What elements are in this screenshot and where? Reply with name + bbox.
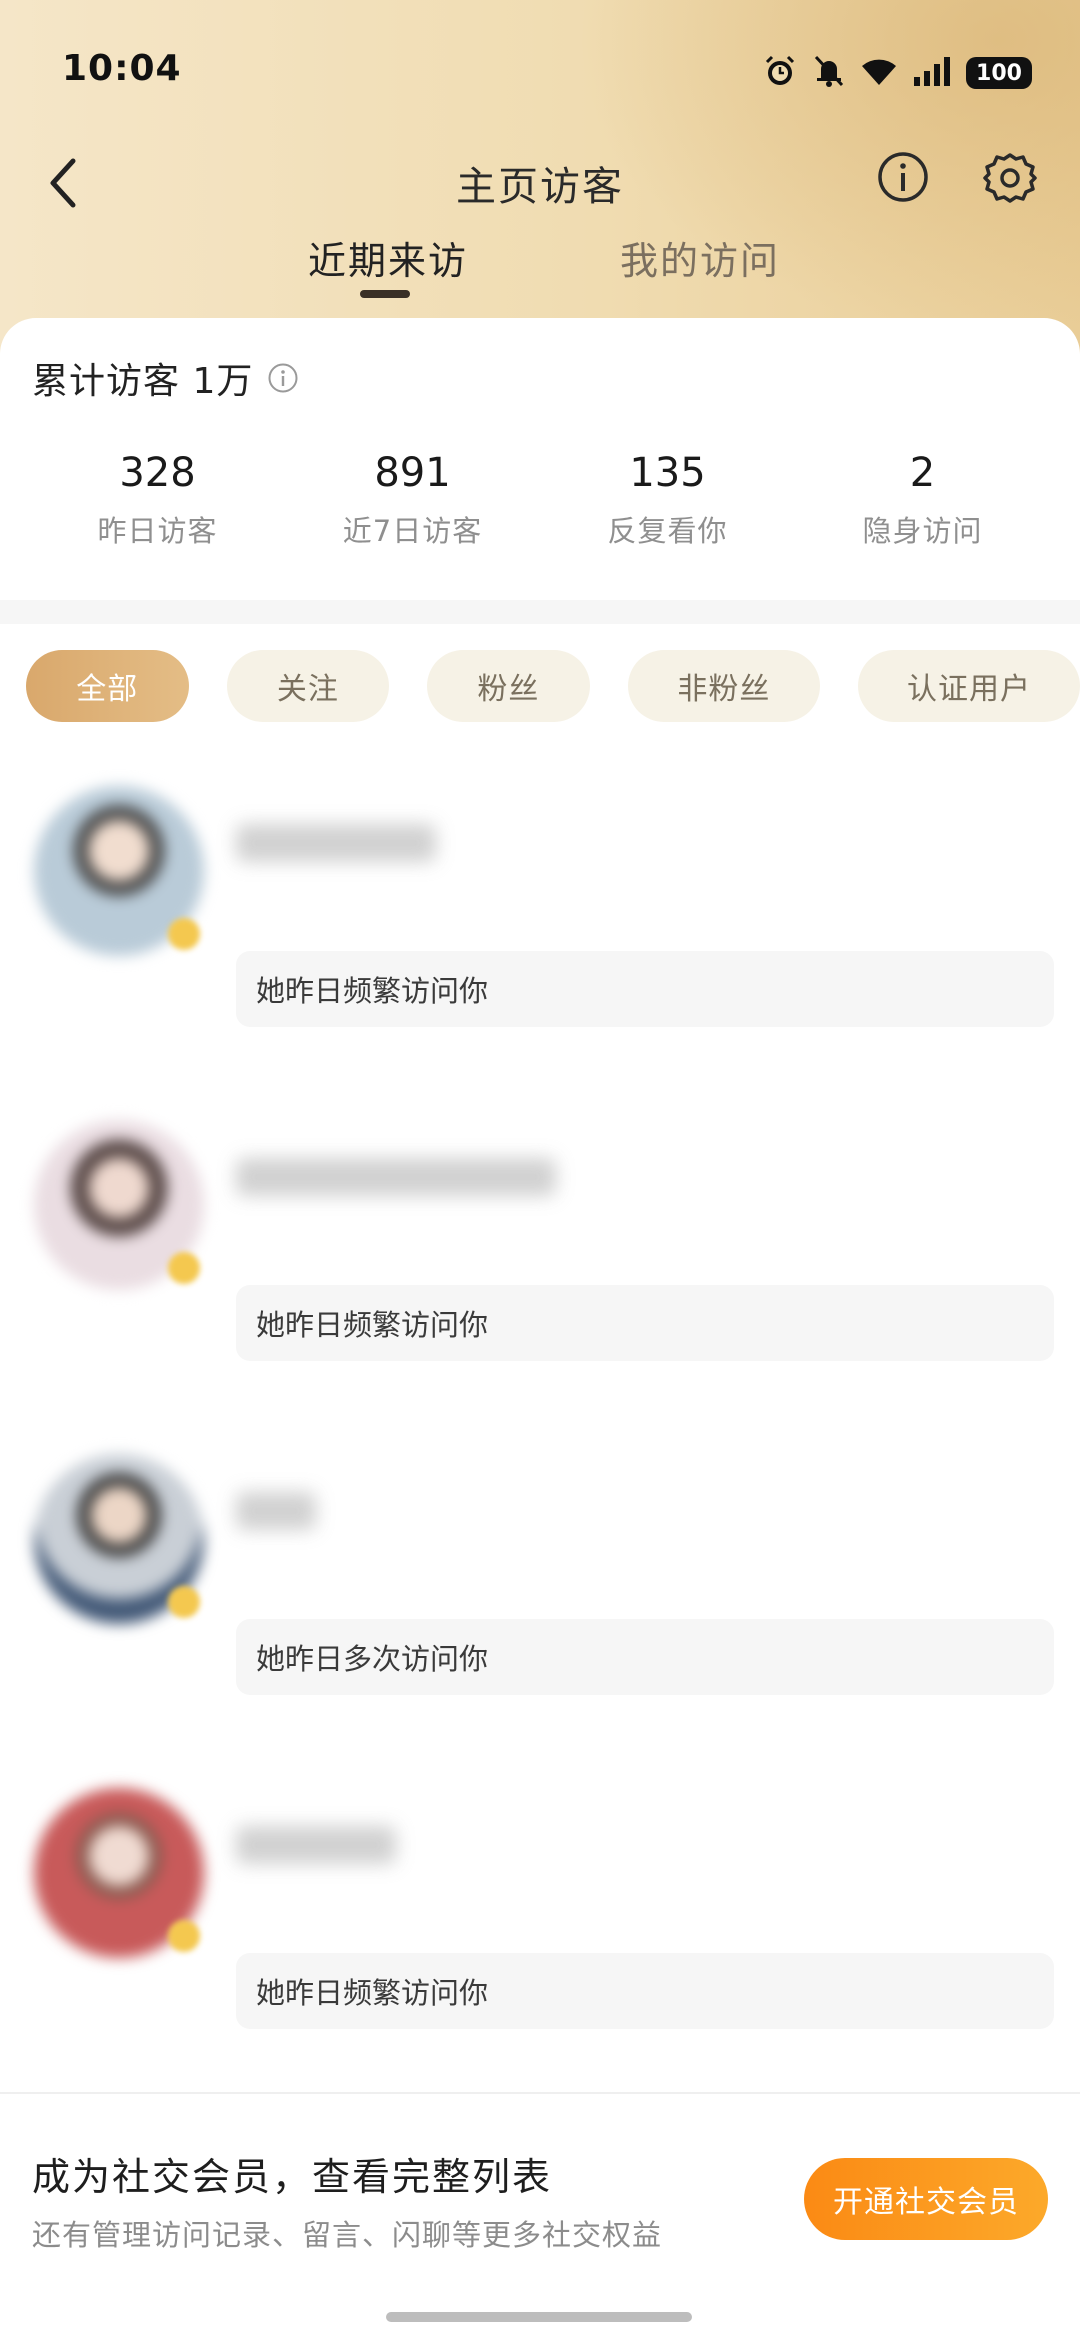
info-icon <box>878 152 928 202</box>
open-membership-button[interactable]: 开通社交会员 <box>804 2158 1048 2240</box>
stat-7-days[interactable]: 891 近7日访客 <box>285 450 540 560</box>
verified-badge-icon <box>168 1586 200 1618</box>
mute-icon <box>812 53 846 93</box>
status-time: 10:04 <box>62 48 182 89</box>
stats-row: 328 昨日访客 891 近7日访客 135 反复看你 2 隐身访问 <box>0 450 1080 560</box>
visit-note: 她昨日频繁访问你 <box>236 1285 1054 1361</box>
home-indicator[interactable] <box>386 2312 692 2322</box>
list-item[interactable]: 她昨日频繁访问你 <box>0 1788 1080 2088</box>
stat-yesterday[interactable]: 328 昨日访客 <box>30 450 285 560</box>
filter-non-fans[interactable]: 非粉丝 <box>627 650 820 722</box>
total-visitors: 累计访客 1万 <box>32 352 299 404</box>
nav-header: 主页访客 <box>0 140 1080 240</box>
filter-chips: 全部 关注 粉丝 非粉丝 认证用户 <box>26 650 1080 722</box>
filter-verified[interactable]: 认证用户 <box>857 650 1080 722</box>
stat-value: 2 <box>909 450 936 496</box>
visitor-name-blurred <box>236 824 436 862</box>
total-visitors-label: 累计访客 1万 <box>32 361 254 402</box>
stat-value: 135 <box>629 450 706 496</box>
verified-badge-icon <box>168 1252 200 1284</box>
battery-icon: 100 <box>966 57 1032 89</box>
section-divider <box>0 600 1080 624</box>
visit-note: 她昨日多次访问你 <box>236 1619 1054 1695</box>
stat-label: 昨日访客 <box>97 514 218 548</box>
stat-repeat-viewers[interactable]: 135 反复看你 <box>540 450 795 560</box>
tab-indicator <box>360 290 410 298</box>
info-button[interactable] <box>872 146 934 208</box>
alarm-icon <box>762 53 798 93</box>
filter-following[interactable]: 关注 <box>226 650 390 722</box>
main-card: 累计访客 1万 328 昨日访客 891 近7日访客 135 反复看你 2 隐身… <box>0 318 1080 2344</box>
promo-subtitle: 还有管理访问记录、留言、闪聊等更多社交权益 <box>32 2218 663 2252</box>
verified-badge-icon <box>168 918 200 950</box>
tab-bar: 近期来访 我的访问 <box>0 230 1080 310</box>
promo-title: 成为社交会员，查看完整列表 <box>32 2155 553 2199</box>
footer-divider <box>0 2092 1080 2094</box>
stat-label: 近7日访客 <box>342 514 483 548</box>
list-item[interactable]: 她昨日频繁访问你 <box>0 786 1080 1086</box>
gear-icon <box>983 153 1037 203</box>
visitor-name-blurred <box>236 1492 316 1530</box>
info-icon[interactable] <box>267 362 299 394</box>
visitor-name-blurred <box>236 1826 396 1864</box>
stat-value: 891 <box>374 450 451 496</box>
signal-icon <box>912 55 952 91</box>
settings-button[interactable] <box>978 146 1042 210</box>
tab-recent-visits[interactable]: 近期来访 <box>308 230 468 285</box>
filter-fans[interactable]: 粉丝 <box>427 650 590 722</box>
filter-all[interactable]: 全部 <box>26 650 189 722</box>
stat-label: 隐身访问 <box>862 514 983 548</box>
status-icons: 100 <box>762 52 1032 94</box>
list-item[interactable]: 她昨日频繁访问你 <box>0 1120 1080 1420</box>
wifi-icon <box>860 55 898 91</box>
list-item[interactable]: 她昨日多次访问你 <box>0 1454 1080 1754</box>
status-bar: 10:04 100 <box>0 0 1080 140</box>
stat-label: 反复看你 <box>607 514 728 548</box>
visitor-name-blurred <box>236 1158 556 1196</box>
stat-hidden-visits[interactable]: 2 隐身访问 <box>795 450 1050 560</box>
tab-my-visits[interactable]: 我的访问 <box>620 230 780 285</box>
verified-badge-icon <box>168 1920 200 1952</box>
stat-value: 328 <box>119 450 196 496</box>
visit-note: 她昨日频繁访问你 <box>236 1953 1054 2029</box>
visit-note: 她昨日频繁访问你 <box>236 951 1054 1027</box>
